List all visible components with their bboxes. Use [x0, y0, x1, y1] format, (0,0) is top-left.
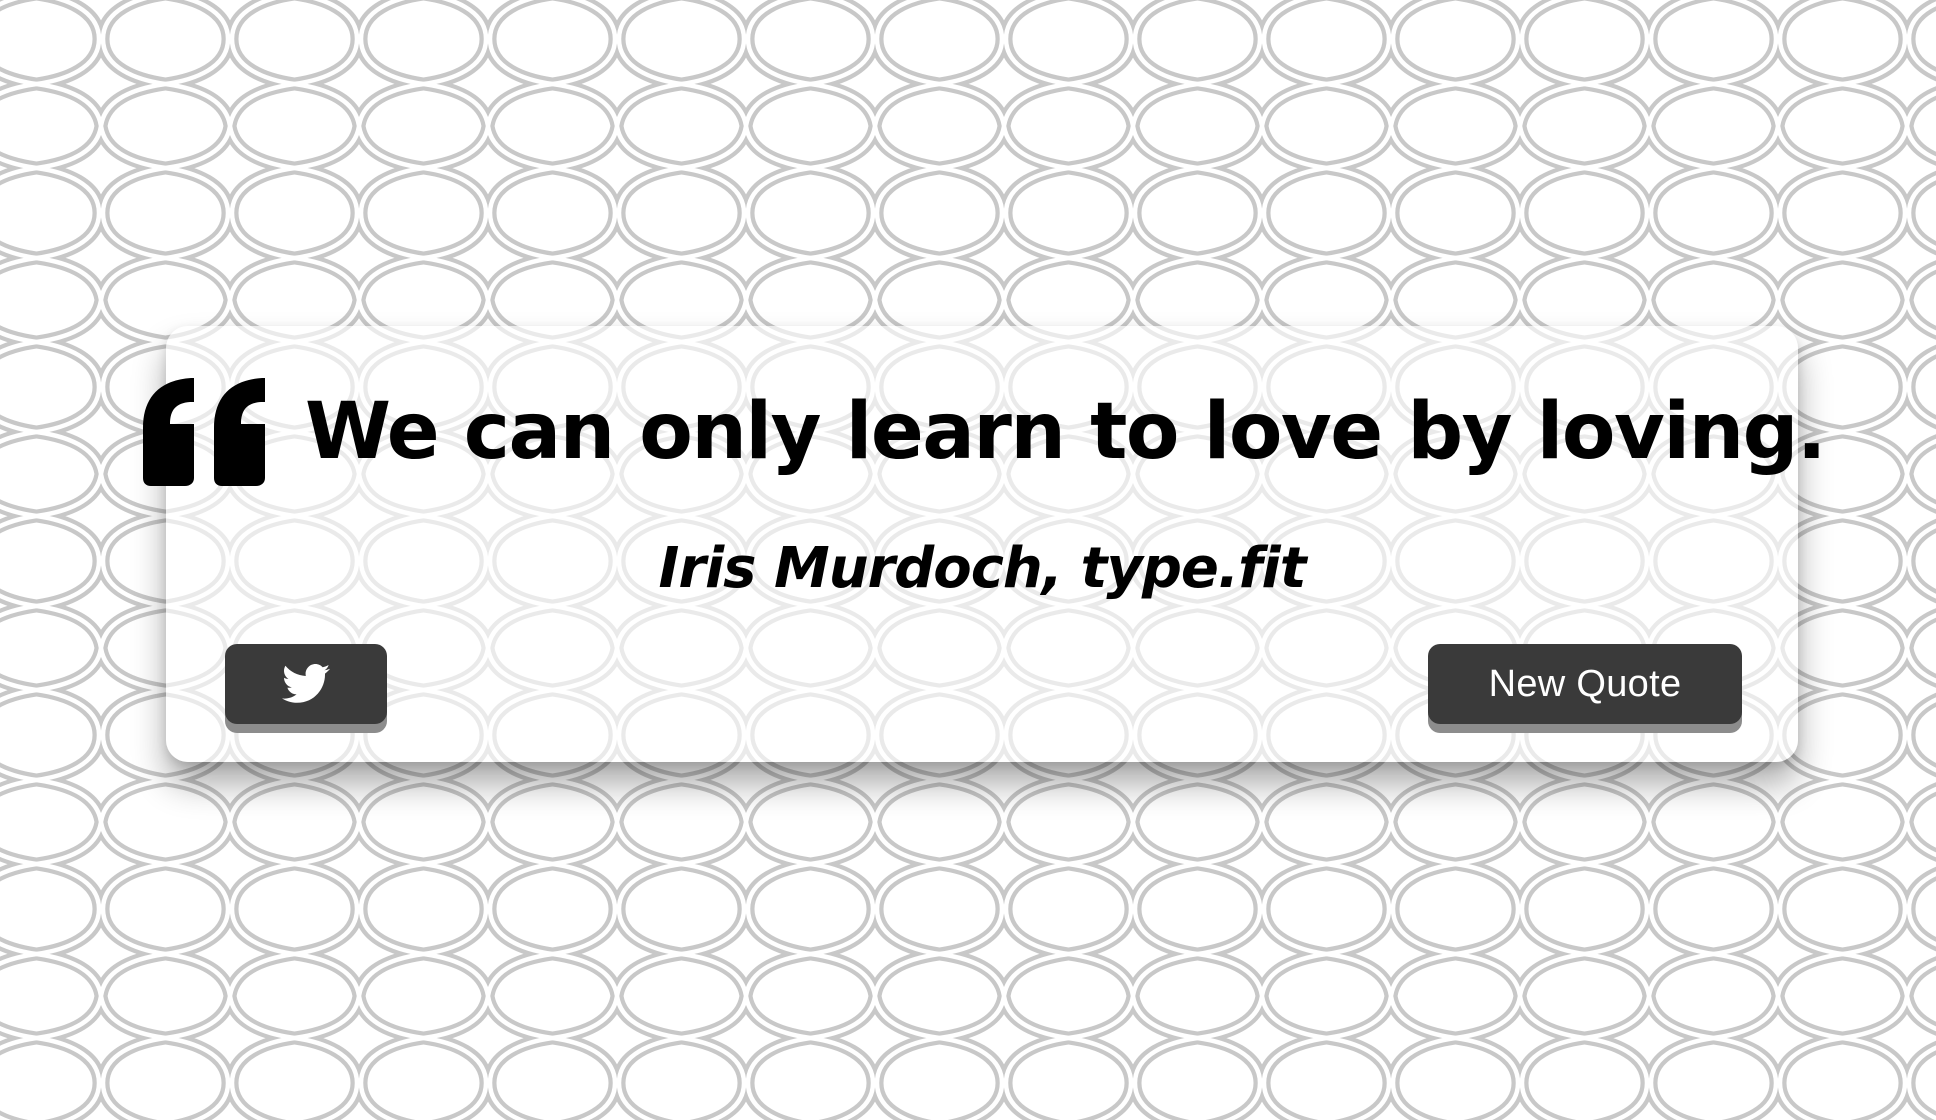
- tweet-button[interactable]: [225, 644, 387, 724]
- quote-text: We can only learn to love by loving.: [304, 387, 1827, 478]
- new-quote-button[interactable]: New Quote: [1428, 644, 1742, 724]
- quote-line: We can only learn to love by loving.: [142, 370, 1827, 496]
- twitter-icon: [282, 664, 330, 704]
- quote-box: We can only learn to love by loving. Iri…: [142, 326, 1827, 762]
- quote-author: Iris Murdoch, type.fit: [658, 536, 1306, 601]
- quote-left-icon: [139, 374, 269, 488]
